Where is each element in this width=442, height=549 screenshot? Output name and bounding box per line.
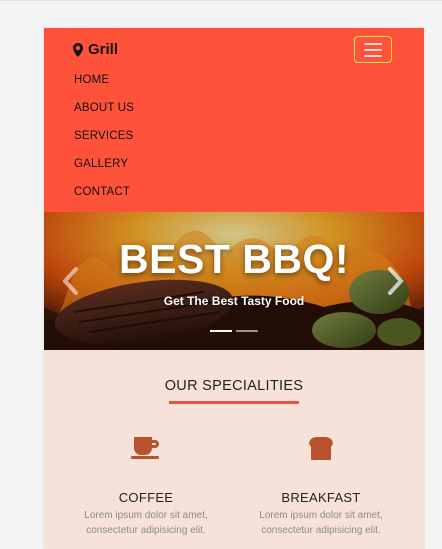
hero-title: BEST BBQ! [119,236,349,282]
carousel-prev-chevron-icon[interactable] [60,266,82,296]
nav-item-contact[interactable]: CONTACT [74,184,134,212]
speciality-description: Lorem ipsum dolor sit amet, consectetur … [84,510,208,536]
speciality-name: COFFEE [118,490,174,505]
site-frame: Grill HOME ABOUT US SERVICES GALLERY CON… [44,28,424,549]
speciality-description: Lorem ipsum dolor sit amet, consectetur … [259,510,383,536]
hamburger-icon [364,54,382,57]
carousel-next-chevron-icon[interactable] [384,266,406,296]
carousel-indicators [210,330,258,332]
navbar: Grill HOME ABOUT US SERVICES GALLERY CON… [44,28,424,212]
brand[interactable]: Grill [73,41,118,58]
nav-item-gallery[interactable]: GALLERY [74,156,134,184]
brand-name: Grill [88,41,119,58]
page-top-border [0,0,442,1]
hamburger-icon [364,48,382,51]
map-marker-icon [73,42,83,57]
speciality-coffee: COFFEE Lorem ipsum dolor sit amet, conse… [61,434,231,538]
title-underline [169,401,299,404]
nav-menu: HOME ABOUT US SERVICES GALLERY CONTACT [74,72,134,212]
menu-toggle-button[interactable] [354,36,392,63]
speciality-breakfast: BREAKFAST Lorem ipsum dolor sit amet, co… [236,434,406,538]
nav-item-home[interactable]: HOME [74,72,134,100]
carousel-indicator-2[interactable] [236,330,258,332]
coffee-cup-icon [131,437,159,459]
hero-subtitle: Get The Best Tasty Food [163,294,305,308]
hamburger-icon [364,42,382,45]
speciality-name: BREAKFAST [281,490,361,505]
specialities-section: OUR SPECIALITIES COFFEE Lorem ipsum dolo… [44,350,424,549]
nav-item-services[interactable]: SERVICES [74,128,134,156]
specialities-title: OUR SPECIALITIES [164,378,304,394]
bread-icon [309,437,333,460]
carousel-indicator-1[interactable] [210,330,232,332]
hero-carousel: BEST BBQ! Get The Best Tasty Food [44,212,424,350]
nav-item-about-us[interactable]: ABOUT US [74,100,134,128]
